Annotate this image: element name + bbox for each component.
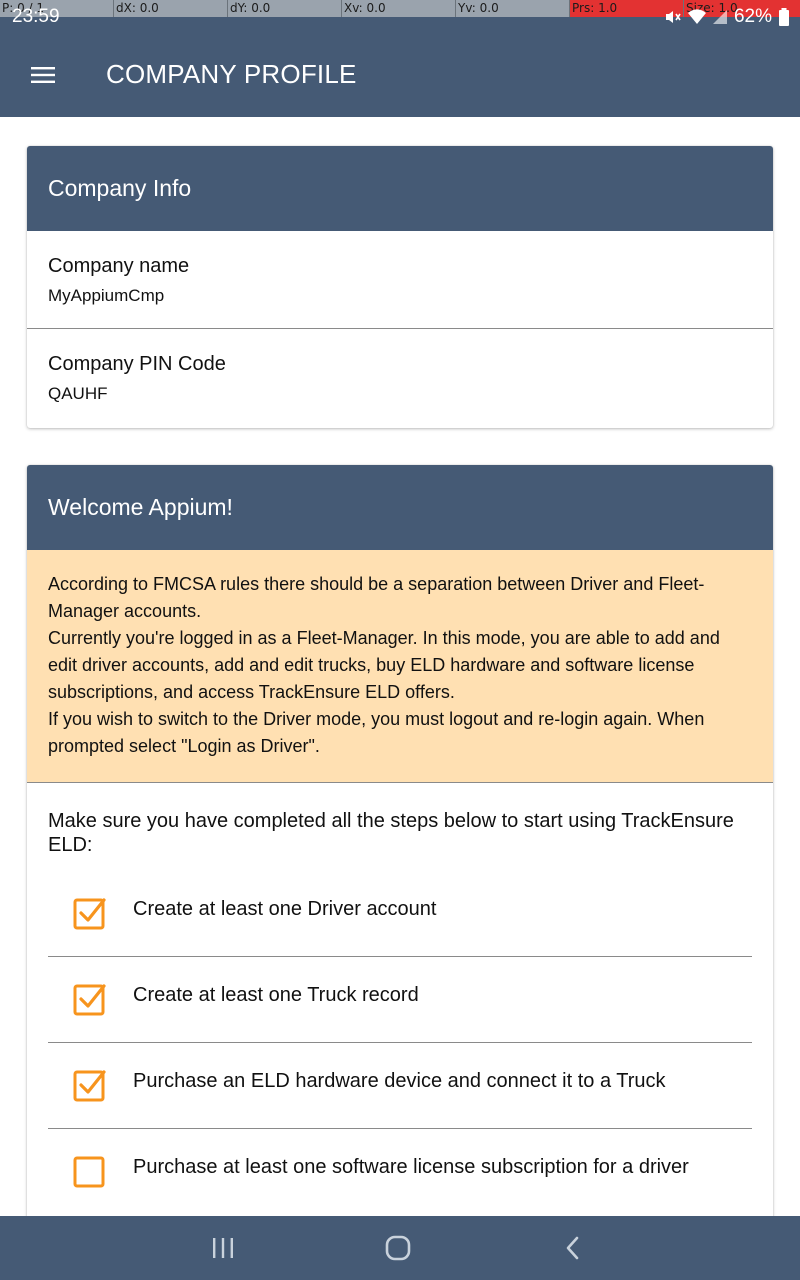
company-info-header: Company Info: [27, 146, 773, 231]
page-title: COMPANY PROFILE: [106, 59, 357, 89]
fleet-manager-notice: According to FMCSA rules there should be…: [27, 550, 773, 783]
menu-button[interactable]: [26, 61, 60, 89]
checkbox-unchecked-icon[interactable]: [73, 1154, 107, 1188]
checkbox-checked-icon[interactable]: [73, 982, 107, 1016]
step-purchase-eld[interactable]: Purchase an ELD hardware device and conn…: [48, 1043, 752, 1129]
checkbox-checked-icon[interactable]: [73, 896, 107, 930]
step-label: Create at least one Driver account: [133, 898, 437, 920]
step-label: Create at least one Truck record: [133, 984, 419, 1006]
company-pin-value: QAUHF: [48, 384, 108, 403]
debug-yv: Yv: 0.0: [456, 0, 570, 17]
debug-pointer-count: P: 0 / 1: [0, 0, 114, 17]
debug-dx: dX: 0.0: [114, 0, 228, 17]
debug-pressure: Prs: 1.0: [570, 0, 684, 17]
welcome-header: Welcome Appium!: [27, 465, 773, 550]
company-name-label: Company name: [48, 255, 190, 277]
step-label: Purchase at least one software license s…: [133, 1156, 689, 1178]
notice-line: If you wish to switch to the Driver mode…: [48, 709, 705, 756]
notice-line: Currently you're logged in as a Fleet-Ma…: [48, 628, 720, 702]
hamburger-menu-icon: [31, 67, 55, 83]
step-label: Purchase an ELD hardware device and conn…: [133, 1070, 666, 1092]
step-create-driver[interactable]: Create at least one Driver account: [48, 871, 752, 957]
company-name-row: Company name MyAppiumCmp: [27, 231, 773, 329]
company-pin-row: Company PIN Code QAUHF: [27, 329, 773, 428]
back-icon: [566, 1236, 579, 1260]
company-info-card: Company Info Company name MyAppiumCmp Co…: [27, 146, 773, 428]
debug-dy: dY: 0.0: [228, 0, 342, 17]
home-icon: [385, 1235, 411, 1261]
pointer-debug-strip: P: 0 / 1 dX: 0.0 dY: 0.0 Xv: 0.0 Yv: 0.0…: [0, 0, 800, 17]
step-create-truck[interactable]: Create at least one Truck record: [48, 957, 752, 1043]
recent-apps-icon: [213, 1238, 233, 1258]
company-pin-label: Company PIN Code: [48, 353, 226, 375]
recent-apps-button[interactable]: [203, 1232, 243, 1264]
debug-size: Size: 1.0: [684, 0, 800, 17]
home-button[interactable]: [378, 1232, 418, 1264]
steps-intro: Make sure you have completed all the ste…: [48, 810, 734, 856]
step-purchase-license[interactable]: Purchase at least one software license s…: [48, 1129, 752, 1215]
steps-list: Create at least one Driver account Creat…: [27, 871, 773, 1215]
company-name-value: MyAppiumCmp: [48, 286, 165, 305]
app-bar: COMPANY PROFILE: [0, 17, 800, 117]
checkbox-checked-icon[interactable]: [73, 1068, 107, 1102]
back-button[interactable]: [553, 1232, 593, 1264]
system-nav-bar: [0, 1216, 800, 1280]
welcome-card: Welcome Appium! According to FMCSA rules…: [27, 465, 773, 1265]
notice-line: According to FMCSA rules there should be…: [48, 574, 705, 621]
debug-xv: Xv: 0.0: [342, 0, 456, 17]
